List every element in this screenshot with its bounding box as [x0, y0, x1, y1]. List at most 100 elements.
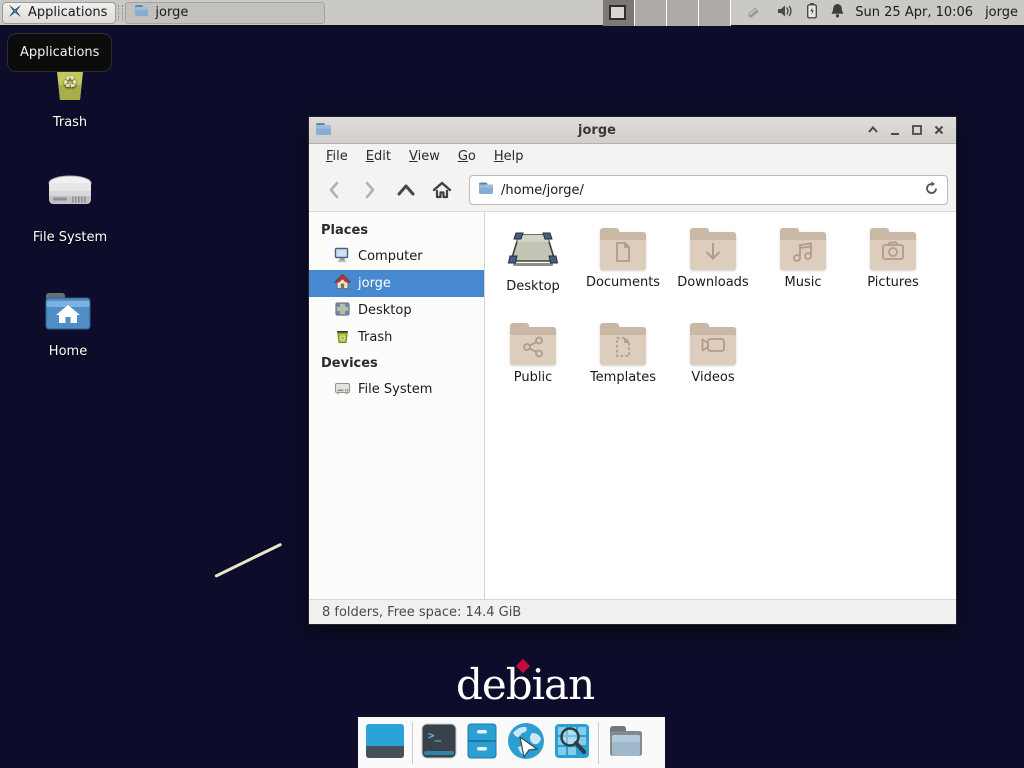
- taskbar-window-button[interactable]: jorge: [125, 2, 325, 24]
- menu-go[interactable]: Go: [449, 149, 485, 164]
- file-item-music[interactable]: Music: [758, 225, 848, 320]
- drive-mini-icon: [334, 380, 351, 400]
- desktop-icon-file-system[interactable]: File System: [22, 168, 118, 245]
- sidebar-item-jorge[interactable]: jorge: [309, 270, 484, 297]
- directory-folder-icon: [606, 723, 646, 763]
- file-label: Documents: [586, 275, 660, 290]
- file-label: Desktop: [506, 279, 560, 294]
- volume-icon[interactable]: [776, 3, 794, 23]
- file-item-videos[interactable]: Videos: [668, 320, 758, 415]
- show-desktop-button[interactable]: [365, 722, 405, 764]
- file-label: Public: [514, 370, 552, 385]
- folder-music-icon: [780, 228, 826, 270]
- home-button[interactable]: [425, 175, 459, 205]
- file-item-templates[interactable]: Templates: [578, 320, 668, 415]
- file-label: Music: [785, 275, 822, 290]
- folder-templates-icon: [600, 323, 646, 365]
- folder-videos-icon: [690, 323, 736, 365]
- sidebar-item-desktop[interactable]: Desktop: [309, 297, 484, 324]
- desktop-icon-label: Trash: [53, 115, 87, 130]
- sidebar-item-label: Desktop: [358, 303, 412, 318]
- workspace-3[interactable]: [667, 0, 699, 26]
- directory-menu-launcher[interactable]: [606, 723, 646, 763]
- close-button[interactable]: [928, 119, 950, 141]
- file-label: Pictures: [867, 275, 918, 290]
- file-item-documents[interactable]: Documents: [578, 225, 668, 320]
- dock-separator: [412, 722, 413, 764]
- file-cabinet-icon: [465, 722, 499, 764]
- location-bar[interactable]: /home/jorge/: [469, 175, 948, 205]
- battery-icon[interactable]: [805, 2, 819, 23]
- file-item-desktop[interactable]: Desktop: [488, 225, 578, 320]
- terminal-launcher[interactable]: >_: [420, 722, 458, 764]
- app-finder-icon: [553, 722, 591, 764]
- applications-menu-label: Applications: [28, 5, 107, 20]
- sidebar-item-trash[interactable]: Trash: [309, 324, 484, 351]
- panel-clock[interactable]: Sun 25 Apr, 10:06: [855, 5, 973, 20]
- menu-edit[interactable]: Edit: [357, 149, 400, 164]
- app-finder-launcher[interactable]: [553, 722, 591, 764]
- back-button[interactable]: [317, 175, 351, 205]
- notifications-bell-icon[interactable]: [830, 2, 845, 23]
- menu-file[interactable]: File: [317, 149, 357, 164]
- wallpaper-streak: [214, 543, 282, 578]
- workspace-2[interactable]: [635, 0, 667, 26]
- window-titlebar[interactable]: jorge: [309, 117, 956, 144]
- file-item-pictures[interactable]: Pictures: [848, 225, 938, 320]
- applications-tooltip-text: Applications: [20, 45, 99, 60]
- folder-documents-icon: [600, 228, 646, 270]
- debian-wordmark: debian: [456, 660, 594, 709]
- minimize-button[interactable]: [884, 119, 906, 141]
- menubar: File Edit View Go Help: [309, 144, 956, 169]
- menu-help[interactable]: Help: [485, 149, 533, 164]
- web-browser-launcher[interactable]: [506, 721, 546, 765]
- panel-username[interactable]: jorge: [985, 5, 1018, 20]
- folder-public-icon: [510, 323, 556, 365]
- applications-tooltip: Applications: [7, 33, 112, 72]
- file-manager-window: jorge File Edit View Go Help: [308, 116, 957, 625]
- up-button[interactable]: [389, 175, 423, 205]
- file-label: Downloads: [677, 275, 748, 290]
- forward-button[interactable]: [353, 175, 387, 205]
- taskbar-folder-icon: [134, 4, 149, 21]
- reload-icon[interactable]: [924, 181, 939, 200]
- desktop-icon-home[interactable]: Home: [20, 288, 116, 359]
- terminal-icon: >_: [420, 722, 458, 764]
- shade-button[interactable]: [862, 119, 884, 141]
- dock-separator: [598, 722, 599, 764]
- maximize-button[interactable]: [906, 119, 928, 141]
- sidebar-item-computer[interactable]: Computer: [309, 243, 484, 270]
- removable-media-icon[interactable]: [745, 2, 765, 24]
- xfce-applications-icon: [7, 3, 23, 23]
- sidebar-places-header: Places: [309, 218, 484, 243]
- location-input[interactable]: /home/jorge/: [501, 183, 917, 198]
- file-item-downloads[interactable]: Downloads: [668, 225, 758, 320]
- home-folder-icon: [42, 288, 94, 338]
- applications-menu-button[interactable]: Applications: [2, 2, 116, 24]
- file-label: Templates: [590, 370, 656, 385]
- workspace-switcher[interactable]: [603, 0, 731, 26]
- panel-handle: [118, 5, 123, 21]
- sidebar-item-label: jorge: [358, 276, 391, 291]
- folder-downloads-icon: [690, 228, 736, 270]
- workspace-1[interactable]: [603, 0, 635, 26]
- desktop-root: Applications jorge: [0, 0, 1024, 768]
- file-manager-launcher[interactable]: [465, 722, 499, 764]
- show-desktop-icon: [365, 722, 405, 764]
- file-label: Videos: [691, 370, 734, 385]
- system-tray: [745, 2, 845, 24]
- top-panel: Applications jorge: [0, 0, 1024, 26]
- sidebar-item-label: Trash: [358, 330, 392, 345]
- workspace-4[interactable]: [699, 0, 731, 26]
- svg-text:>_: >_: [428, 729, 442, 742]
- file-pane[interactable]: Desktop Documents: [485, 212, 956, 599]
- window-folder-icon: [315, 121, 332, 140]
- dock-panel: >_: [358, 717, 665, 768]
- desktop-mini-icon: [334, 301, 351, 321]
- computer-icon: [334, 247, 351, 267]
- file-item-public[interactable]: Public: [488, 320, 578, 415]
- menu-view[interactable]: View: [400, 149, 449, 164]
- sidebar-item-file-system[interactable]: File System: [309, 376, 484, 403]
- home-icon: [334, 274, 351, 294]
- sidebar-item-label: File System: [358, 382, 432, 397]
